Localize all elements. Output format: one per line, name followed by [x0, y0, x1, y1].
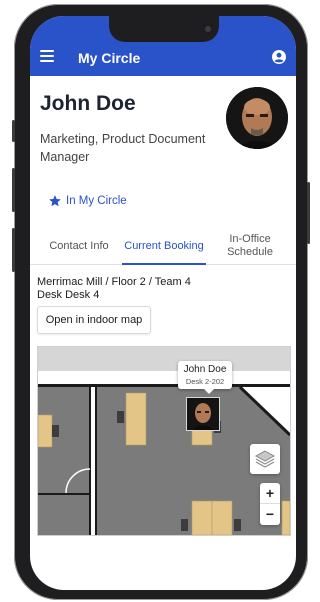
person-map-pin[interactable] — [186, 397, 220, 431]
phone-screen: My Circle John Doe Marketing, Product Do… — [30, 16, 296, 590]
phone-notch — [109, 16, 219, 42]
map-tooltip: John Doe Desk 2-202 — [178, 361, 232, 389]
star-icon — [49, 195, 61, 207]
layers-button[interactable] — [250, 444, 280, 474]
tab-contact-info[interactable]: Contact Info — [40, 228, 118, 264]
profile-role: Marketing, Product Document Manager — [40, 132, 206, 164]
floor-plan — [38, 347, 290, 535]
account-icon[interactable] — [272, 50, 286, 64]
zoom-out-button[interactable]: − — [260, 504, 280, 524]
phone-volume-down — [12, 228, 15, 272]
booking-location: Merrimac Mill / Floor 2 / Team 4 Desk De… — [37, 276, 191, 302]
profile-content: John Doe Marketing, Product Document Man… — [30, 76, 296, 590]
phone-volume-up — [12, 168, 15, 212]
profile-name: John Doe — [40, 92, 136, 115]
tab-in-office-schedule[interactable]: In-Office Schedule — [210, 228, 290, 264]
avatar — [226, 87, 288, 149]
open-indoor-map-button[interactable]: Open in indoor map — [37, 306, 151, 334]
active-tab-indicator — [122, 263, 206, 265]
tab-current-booking[interactable]: Current Booking — [124, 228, 204, 264]
in-my-circle-label: In My Circle — [66, 195, 127, 207]
phone-power-button — [307, 182, 310, 244]
booking-desk: Desk Desk 4 — [37, 289, 100, 301]
tooltip-desk: Desk 2-202 — [185, 377, 225, 386]
phone-side-button — [12, 120, 15, 142]
indoor-map[interactable]: John Doe Desk 2-202 + − — [37, 346, 291, 536]
menu-icon[interactable] — [40, 50, 54, 62]
booking-location-path: Merrimac Mill / Floor 2 / Team 4 — [37, 276, 191, 288]
zoom-in-button[interactable]: + — [260, 483, 280, 503]
app-title: My Circle — [78, 50, 141, 66]
zoom-controls: + − — [260, 483, 280, 525]
tooltip-name: John Doe — [183, 364, 227, 375]
tab-bar: Contact Info Current Booking In-Office S… — [30, 228, 296, 265]
camera-icon — [205, 26, 211, 32]
tooltip-pointer — [204, 389, 214, 394]
layers-icon — [254, 450, 276, 468]
